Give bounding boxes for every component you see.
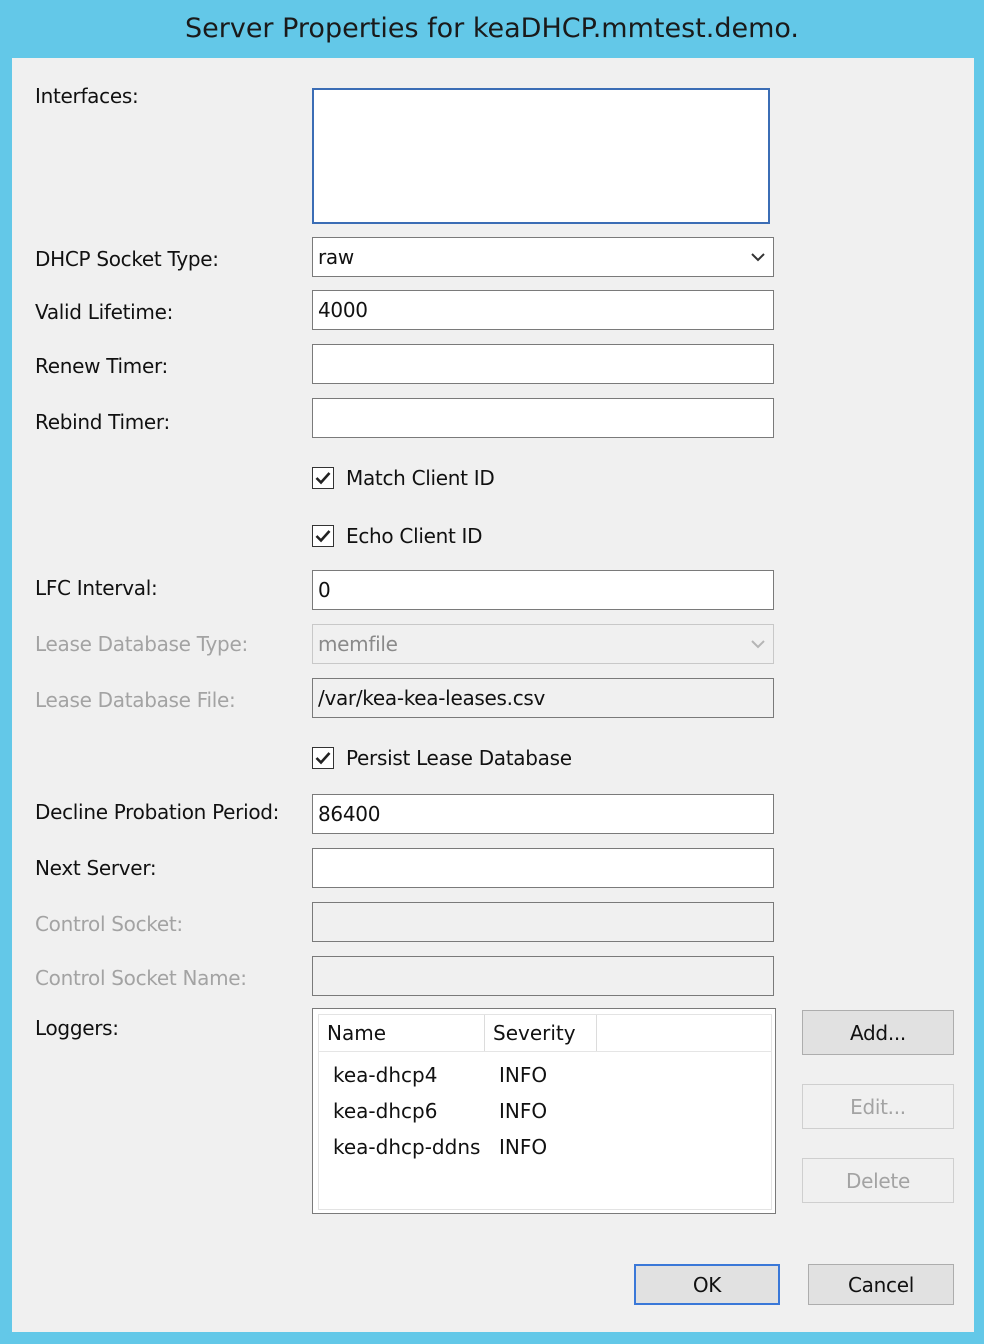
column-header-severity[interactable]: Severity	[485, 1015, 597, 1051]
logger-name: kea-dhcp4	[333, 1063, 438, 1087]
match-client-id-checkbox[interactable]: Match Client ID	[312, 466, 495, 490]
logger-name: kea-dhcp6	[333, 1099, 438, 1123]
logger-severity: INFO	[499, 1099, 548, 1123]
logger-name: kea-dhcp-ddns	[333, 1135, 481, 1159]
logger-severity: INFO	[499, 1135, 548, 1159]
echo-client-id-checkbox[interactable]: Echo Client ID	[312, 524, 483, 548]
column-header-name[interactable]: Name	[319, 1015, 485, 1051]
rebind-timer-label: Rebind Timer:	[35, 410, 170, 434]
control-socket-name-input	[312, 956, 774, 996]
valid-lifetime-label: Valid Lifetime:	[35, 300, 174, 324]
cancel-button[interactable]: Cancel	[808, 1264, 954, 1305]
loggers-label: Loggers:	[35, 1016, 119, 1040]
decline-probation-label: Decline Probation Period:	[35, 800, 280, 824]
checkbox-checked-icon[interactable]	[312, 467, 334, 489]
next-server-input[interactable]	[312, 848, 774, 888]
window-title: Server Properties for keaDHCP.mmtest.dem…	[184, 12, 799, 44]
socket-type-select[interactable]: raw	[312, 237, 774, 277]
control-socket-name-label: Control Socket Name:	[35, 966, 247, 990]
renew-timer-input[interactable]	[312, 344, 774, 384]
persist-lease-db-label: Persist Lease Database	[346, 746, 572, 770]
control-socket-label: Control Socket:	[35, 912, 183, 936]
interfaces-listbox[interactable]	[312, 88, 770, 224]
echo-client-id-label: Echo Client ID	[346, 524, 483, 548]
rebind-timer-input[interactable]	[312, 398, 774, 438]
control-socket-input	[312, 902, 774, 942]
add-logger-button[interactable]: Add...	[802, 1010, 954, 1055]
checkbox-checked-icon[interactable]	[312, 525, 334, 547]
valid-lifetime-input[interactable]: 4000	[312, 290, 774, 330]
lease-db-type-select: memfile	[312, 624, 774, 664]
lease-db-file-label: Lease Database File:	[35, 688, 236, 712]
logger-row[interactable]: kea-dhcp-ddns INFO	[319, 1129, 769, 1165]
logger-severity: INFO	[499, 1063, 548, 1087]
header-divider	[319, 1051, 771, 1052]
interfaces-label: Interfaces:	[35, 84, 139, 108]
persist-lease-db-checkbox[interactable]: Persist Lease Database	[312, 746, 572, 770]
delete-logger-button[interactable]: Delete	[802, 1158, 954, 1203]
lfc-interval-input[interactable]: 0	[312, 570, 774, 610]
match-client-id-label: Match Client ID	[346, 466, 495, 490]
socket-type-label: DHCP Socket Type:	[35, 247, 219, 271]
chevron-down-icon[interactable]	[749, 238, 767, 276]
renew-timer-label: Renew Timer:	[35, 354, 168, 378]
next-server-label: Next Server:	[35, 856, 157, 880]
ok-button[interactable]: OK	[634, 1264, 780, 1305]
lease-db-type-label: Lease Database Type:	[35, 632, 248, 656]
loggers-list[interactable]: Name Severity kea-dhcp4 INFO kea-dhcp6 I…	[312, 1008, 776, 1214]
socket-type-value: raw	[318, 245, 354, 269]
edit-logger-button[interactable]: Edit...	[802, 1084, 954, 1129]
dialog-client-area: Interfaces: DHCP Socket Type: raw Valid …	[12, 58, 974, 1332]
lfc-interval-label: LFC Interval:	[35, 576, 158, 600]
logger-row[interactable]: kea-dhcp6 INFO	[319, 1093, 769, 1129]
lease-db-file-input: /var/kea-kea-leases.csv	[312, 678, 774, 718]
decline-probation-input[interactable]: 86400	[312, 794, 774, 834]
checkbox-checked-icon[interactable]	[312, 747, 334, 769]
chevron-down-icon	[749, 625, 767, 663]
logger-row[interactable]: kea-dhcp4 INFO	[319, 1057, 769, 1093]
lease-db-type-value: memfile	[318, 632, 398, 656]
